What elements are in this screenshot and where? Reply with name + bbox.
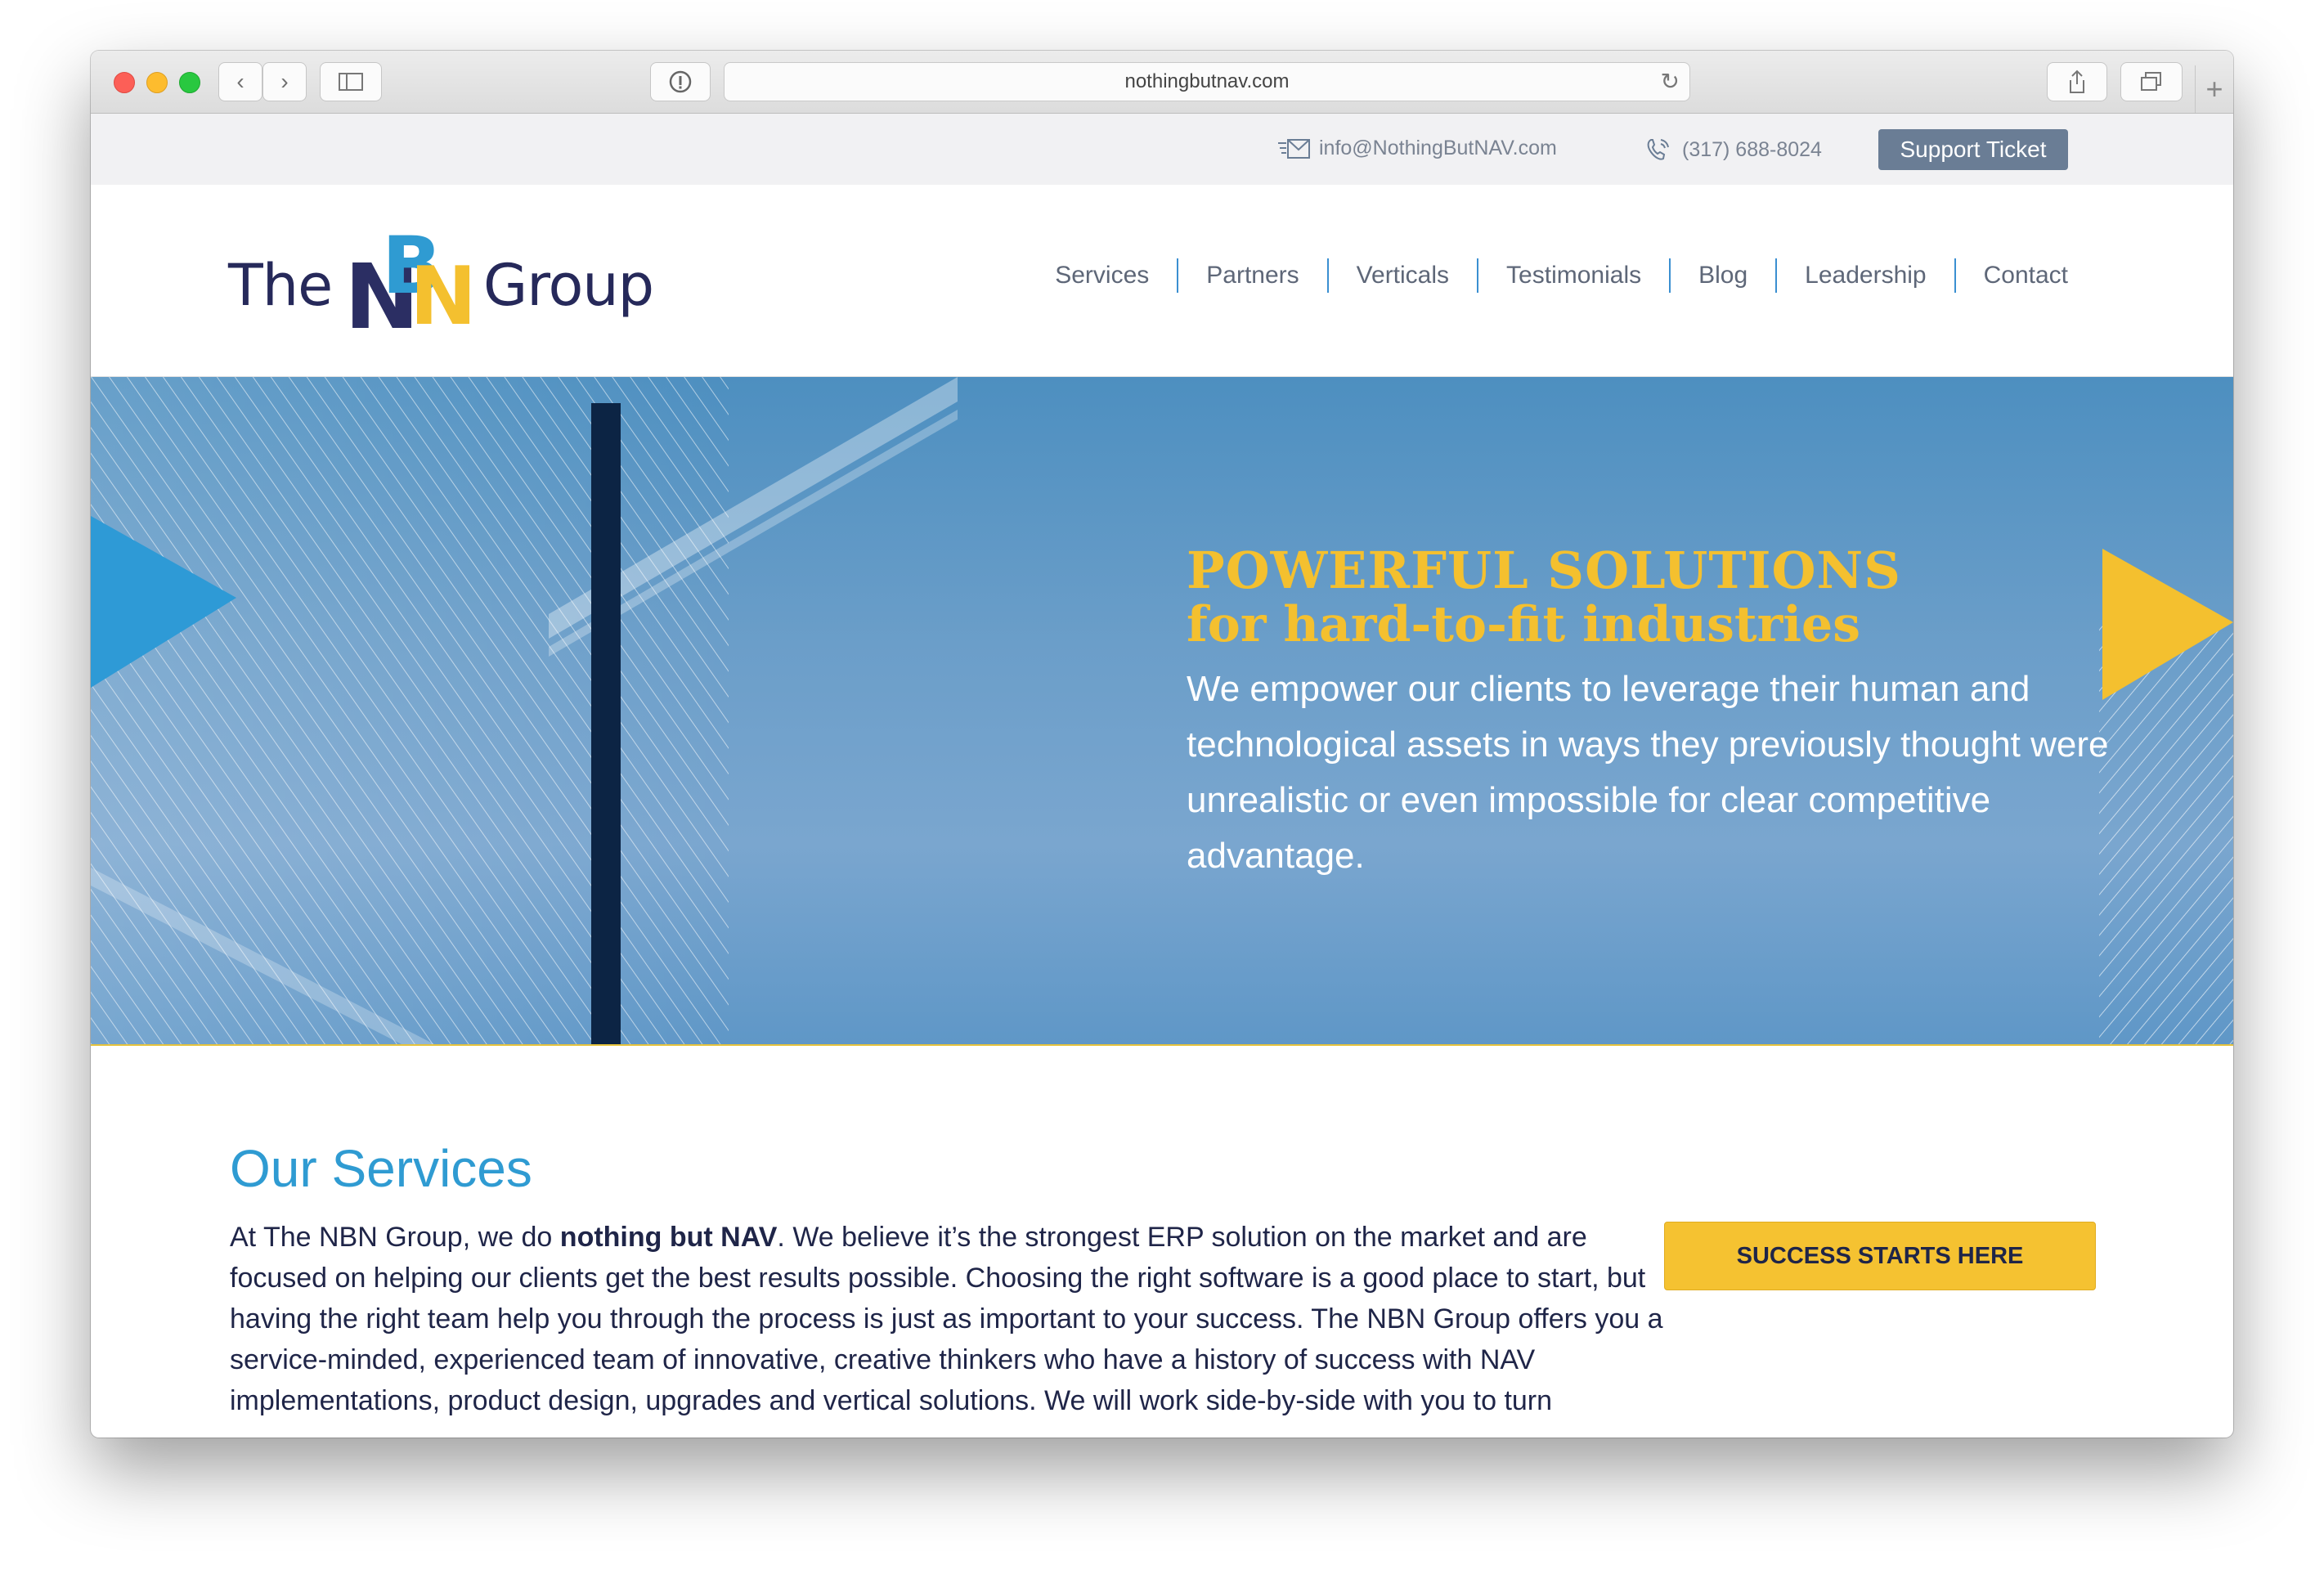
hero-navy-bar	[591, 403, 621, 1044]
chevron-right-icon: ›	[280, 69, 289, 94]
phone-link[interactable]: (317) 688-8024	[1644, 137, 1822, 163]
share-icon	[2070, 70, 2084, 93]
plus-icon: +	[2205, 72, 2223, 105]
hero-banner: POWERFUL SOLUTIONS for hard-to-fit indus…	[91, 377, 2233, 1046]
email-icon	[1278, 138, 1310, 159]
hero-title: POWERFUL SOLUTIONS	[1187, 541, 1901, 600]
privacy-report-button[interactable]	[650, 62, 711, 101]
address-bar[interactable]: nothingbutnav.com ↻	[724, 62, 1690, 101]
services-paragraph: At The NBN Group, we do nothing but NAV.…	[230, 1217, 1685, 1421]
nav-verticals[interactable]: Verticals	[1329, 262, 1477, 289]
services-text-bold: nothing but NAV	[559, 1222, 778, 1253]
hero-subtitle: for hard-to-fit industries	[1187, 596, 1861, 653]
logo-letter-n2: N	[410, 250, 477, 343]
phone-text: (317) 688-8024	[1682, 137, 1822, 161]
hero-body-text: We empower our clients to leverage their…	[1187, 669, 2109, 876]
forward-button[interactable]: ›	[262, 62, 307, 101]
url-text: nothingbutnav.com	[1124, 70, 1290, 92]
tabs-icon	[2141, 72, 2161, 91]
back-button[interactable]: ‹	[218, 62, 262, 101]
browser-window: ‹ › nothingbutnav.com ↻ + info@NothingBu…	[91, 51, 2233, 1438]
nav-partners[interactable]: Partners	[1178, 262, 1326, 289]
sidebar-toggle-button[interactable]	[320, 62, 382, 101]
new-tab-button[interactable]: +	[2195, 65, 2233, 113]
utility-bar: info@NothingButNAV.com (317) 688-8024 Su…	[91, 114, 2233, 185]
nav-blog[interactable]: Blog	[1671, 262, 1775, 289]
site-header: The N B N Group Services Partners Vertic…	[91, 185, 2233, 377]
minimize-window-button[interactable]	[146, 72, 168, 93]
main-nav: Services Partners Verticals Testimonials…	[1027, 258, 2068, 293]
success-starts-here-button[interactable]: SUCCESS STARTS HERE	[1664, 1222, 2096, 1290]
email-text: info@NothingButNAV.com	[1319, 137, 1557, 159]
browser-titlebar: ‹ › nothingbutnav.com ↻ +	[91, 51, 2233, 114]
sidebar-icon	[339, 73, 363, 91]
zoom-window-button[interactable]	[179, 72, 200, 93]
logo-group-text: Group	[483, 252, 654, 319]
hero-stripe-fade	[91, 377, 729, 1044]
support-ticket-button[interactable]: Support Ticket	[1878, 129, 2068, 170]
reload-icon[interactable]: ↻	[1661, 68, 1680, 95]
nav-testimonials[interactable]: Testimonials	[1478, 262, 1669, 289]
info-circle-icon	[669, 70, 692, 93]
close-window-button[interactable]	[114, 72, 135, 93]
email-link[interactable]: info@NothingButNAV.com	[1278, 137, 1557, 160]
chevron-left-icon: ‹	[236, 69, 245, 94]
logo-the-text: The	[228, 252, 333, 319]
nbn-logo-mark: N B N	[344, 220, 477, 348]
nav-leadership[interactable]: Leadership	[1777, 262, 1954, 289]
share-button[interactable]	[2047, 62, 2107, 101]
phone-icon	[1647, 139, 1669, 160]
tabs-overview-button[interactable]	[2120, 62, 2183, 101]
nav-contact[interactable]: Contact	[1956, 262, 2068, 289]
services-heading: Our Services	[230, 1139, 532, 1198]
nav-services[interactable]: Services	[1027, 262, 1177, 289]
nbn-logo[interactable]: The N B N Group	[228, 218, 654, 348]
services-text-prefix: At The NBN Group, we do	[230, 1222, 560, 1253]
